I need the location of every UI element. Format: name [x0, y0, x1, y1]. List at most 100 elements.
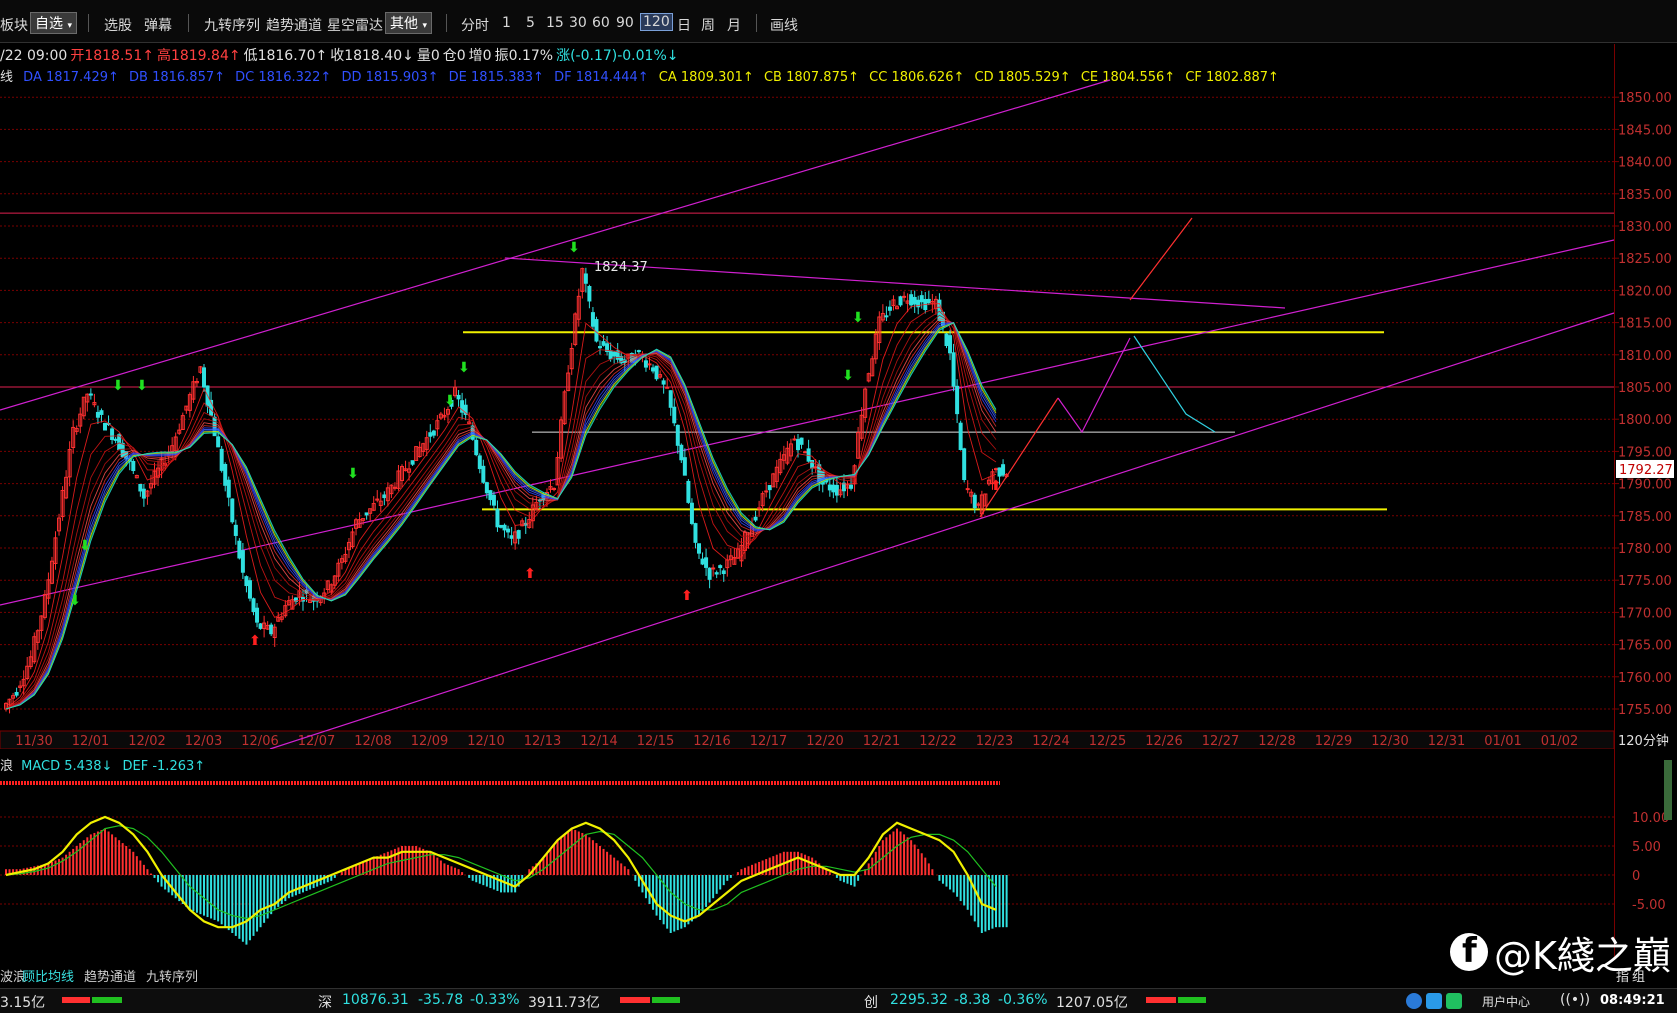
projection-arrow — [1129, 217, 1193, 301]
app-icon — [1446, 993, 1462, 1009]
toolbar-item-comments[interactable]: 弹幕 — [144, 15, 172, 35]
toolbar-item-stock-picker[interactable]: 选股 — [104, 15, 132, 35]
scroll-handle — [1664, 760, 1672, 820]
x-tick-label: 12/28 — [1258, 734, 1295, 749]
toolbar-item-trend-channel[interactable]: 趋势通道 — [266, 15, 322, 35]
candle-body — [665, 386, 670, 389]
period-60[interactable]: 60 — [592, 15, 610, 31]
toolbar-item-sector[interactable]: 板块 — [0, 15, 28, 35]
toolbar-item-radar[interactable]: 星空雷达 — [327, 15, 383, 35]
candle-body — [682, 457, 687, 476]
candle-body — [428, 432, 433, 437]
candle-body — [138, 483, 143, 492]
def-value: DEF -1.263↑ — [122, 759, 206, 774]
macd-value: MACD 5.438↓ — [21, 759, 113, 774]
toolbar-item-nine-turn[interactable]: 九转序列 — [204, 15, 260, 35]
user-center-link[interactable]: 用户中心 — [1482, 993, 1530, 1010]
y-tick-label: 1790.00 — [1618, 478, 1672, 493]
x-tick-label: 12/01 — [72, 734, 109, 749]
period-15[interactable]: 15 — [546, 15, 564, 31]
period-90[interactable]: 90 — [616, 15, 634, 31]
candle-body — [499, 524, 503, 528]
mini-bar-down — [1178, 997, 1206, 1003]
candle-body — [636, 350, 641, 353]
tab-nine-turn[interactable]: 九转序列 — [146, 966, 198, 985]
s-logo-icon — [1406, 993, 1422, 1009]
candle-body — [792, 438, 797, 441]
candle-body — [827, 484, 832, 491]
candle-body — [219, 448, 224, 471]
candle-body — [223, 464, 228, 486]
candle-body — [244, 576, 249, 587]
x-tick-label: 12/10 — [467, 734, 504, 749]
x-tick-label: 12/06 — [241, 734, 278, 749]
app-icon — [1426, 993, 1442, 1009]
x-tick-label: 12/31 — [1428, 734, 1465, 749]
mini-bar-up — [62, 997, 90, 1003]
period-120[interactable]: 120 — [640, 13, 673, 31]
y-tick-label: 1820.00 — [1618, 284, 1672, 299]
tab-trend-channel[interactable]: 趋势通道 — [84, 966, 136, 985]
period-30[interactable]: 30 — [569, 15, 587, 31]
period-1[interactable]: 1 — [502, 15, 511, 31]
price-tag-label: 1792.27 — [1619, 463, 1673, 478]
y-tick-label: 1840.00 — [1618, 156, 1672, 171]
candle-body — [799, 437, 804, 445]
signal-down-arrow: ⬇ — [112, 378, 124, 394]
x-tick-label: 12/07 — [298, 734, 335, 749]
x-tick-label: 12/26 — [1145, 734, 1182, 749]
candle-body — [88, 393, 93, 396]
candle-body — [590, 312, 595, 327]
candle-body — [456, 394, 461, 400]
signal-down-arrow: ⬇ — [347, 466, 359, 482]
other-dropdown[interactable]: 其他 ▾ — [385, 12, 432, 34]
candle-body — [849, 484, 854, 489]
candle-body — [488, 490, 493, 501]
trend-channel-line — [269, 312, 1615, 749]
macd-chart[interactable]: -5.00 0 5.00 10.00 — [0, 752, 1677, 962]
candle-body — [509, 535, 514, 539]
candle-body — [382, 494, 387, 499]
candle-body — [955, 385, 960, 415]
signal-down-arrow: ⬇ — [568, 240, 580, 256]
period-week[interactable]: 周 — [701, 15, 715, 35]
candle-body — [583, 273, 588, 284]
candle-body — [767, 485, 772, 491]
watchlist-dropdown[interactable]: 自选 ▾ — [30, 12, 77, 34]
candle-body — [364, 512, 369, 516]
tab-guppy[interactable]: 顾比均线 — [22, 966, 74, 985]
period-month[interactable]: 月 — [727, 15, 741, 35]
cy-change: -8.38 — [954, 992, 991, 1008]
signal-down-arrow: ⬇ — [79, 538, 91, 554]
candle-body — [598, 346, 602, 349]
candle-body — [654, 365, 659, 380]
cy-pct: -0.36% — [998, 992, 1048, 1008]
period-timeshare[interactable]: 分时 — [461, 15, 489, 35]
candle-body — [753, 516, 758, 521]
draw-line-button[interactable]: 画线 — [770, 15, 798, 35]
x-tick-label: 12/29 — [1315, 734, 1352, 749]
period-day[interactable]: 日 — [677, 15, 691, 35]
candle-body — [216, 436, 221, 448]
candle-body — [477, 455, 482, 470]
x-tick-label: 12/30 — [1371, 734, 1408, 749]
y-tick-label: -5.00 — [1632, 898, 1666, 913]
candle-body — [226, 479, 231, 498]
candle-body — [661, 380, 666, 385]
candlestick-chart[interactable]: 1755.00 1760.00 1765.00 1770.00 1775.00 1780.… — [0, 44, 1677, 749]
macd-dif-line — [5, 815, 997, 929]
mini-bar-up — [1146, 997, 1176, 1003]
y-tick-label: 1760.00 — [1618, 671, 1672, 686]
candle-body — [608, 350, 613, 360]
candle-body — [689, 502, 694, 524]
misc-indicator: 组 — [1632, 970, 1646, 985]
period-5[interactable]: 5 — [526, 15, 535, 31]
cy-amount: 1207.05亿 — [1056, 995, 1128, 1011]
axis-period-label: 120分钟 — [1618, 733, 1669, 749]
y-tick-label: 1845.00 — [1618, 123, 1672, 138]
candle-body — [14, 691, 19, 696]
y-tick-label: 1805.00 — [1618, 381, 1672, 396]
candle-body — [110, 428, 115, 440]
candle-body — [516, 530, 521, 539]
x-tick-label: 12/09 — [411, 734, 448, 749]
